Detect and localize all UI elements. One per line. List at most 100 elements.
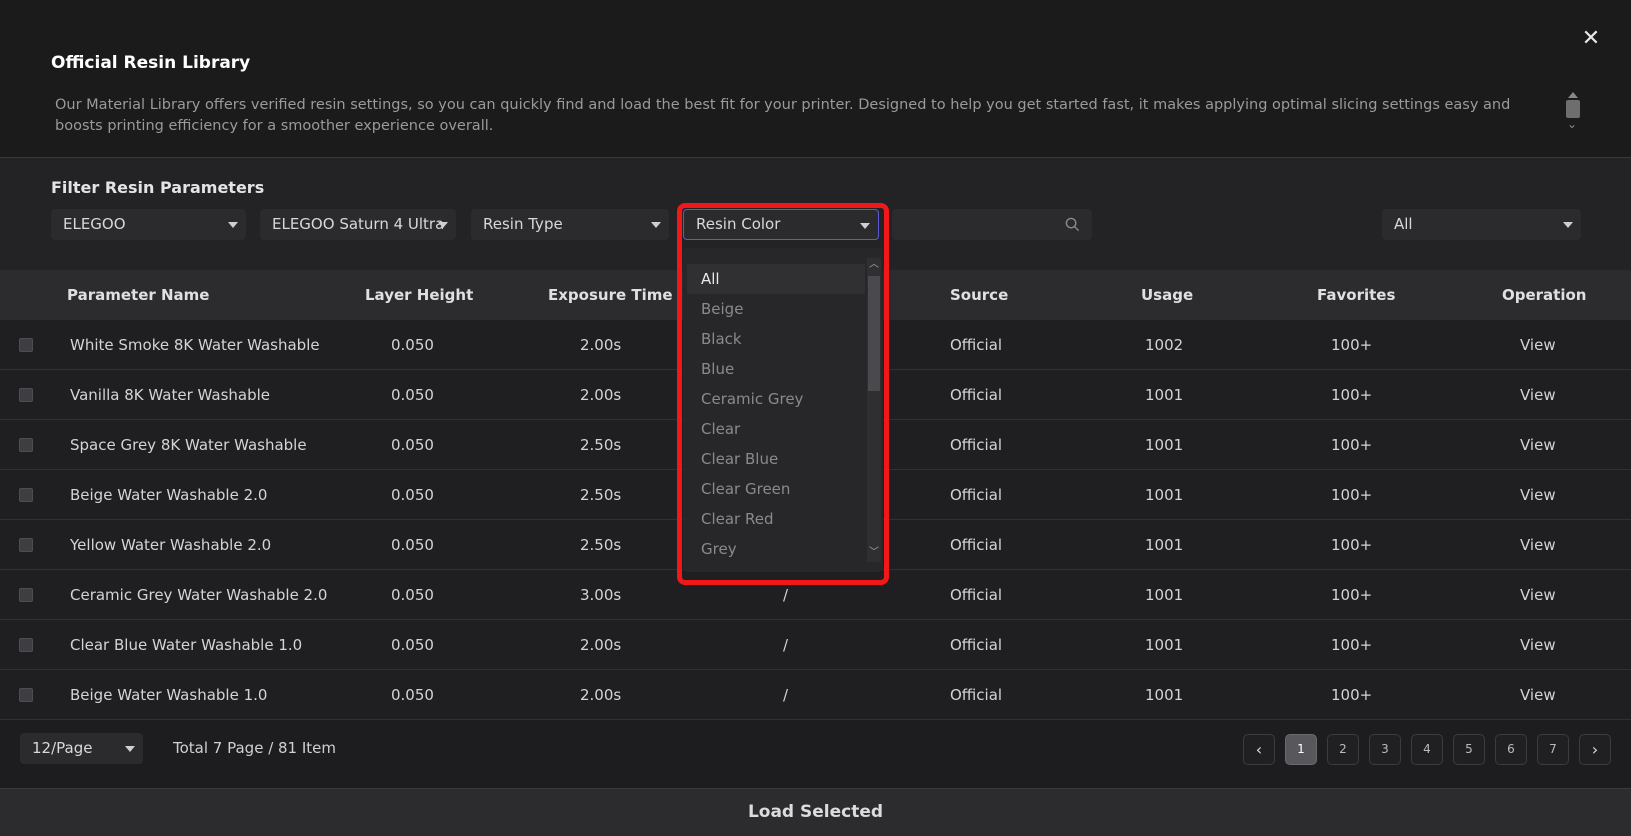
cell-exposure-time: 2.00s (580, 386, 622, 404)
table-row[interactable]: Beige Water Washable 1.0 0.050 2.00s / O… (0, 670, 1631, 720)
search-icon[interactable] (1065, 217, 1080, 232)
column-header-layer-height[interactable]: Layer Height (365, 286, 473, 304)
resin-color-select[interactable]: Resin Color (683, 209, 879, 240)
dropdown-option-all[interactable]: All (687, 264, 865, 294)
scrollbar-thumb[interactable] (1566, 100, 1580, 118)
dropdown-option-beige[interactable]: Beige (687, 294, 865, 324)
dropdown-option-ceramic-grey[interactable]: Ceramic Grey (687, 384, 865, 414)
row-checkbox[interactable] (19, 388, 33, 402)
cell-exposure-time: 2.00s (580, 636, 622, 654)
resin-type-select-value: Resin Type (483, 215, 563, 233)
dropdown-option-clear[interactable]: Clear (687, 414, 865, 444)
dropdown-scrollbar[interactable]: ︿ ﹀ (867, 258, 881, 562)
column-header-exposure-time[interactable]: Exposure Time (548, 286, 673, 304)
page-button-3[interactable]: 3 (1369, 734, 1401, 765)
scrollbar-thumb[interactable] (868, 276, 880, 391)
page-size-select[interactable]: 12/Page (20, 733, 143, 764)
search-input[interactable] (892, 209, 1052, 240)
cell-usage: 1001 (1145, 586, 1184, 604)
row-checkbox[interactable] (19, 438, 33, 452)
description-scrollbar[interactable]: ⌄ (1566, 92, 1580, 132)
cell-layer-height: 0.050 (391, 386, 434, 404)
row-checkbox[interactable] (19, 588, 33, 602)
pagination-bar: 12/Page Total 7 Page / 81 Item ‹ 1 2 3 4… (0, 720, 1631, 788)
column-header-usage[interactable]: Usage (1141, 286, 1193, 304)
cell-extra: / (783, 686, 789, 704)
cell-favorites: 100+ (1331, 386, 1373, 404)
view-link[interactable]: View (1520, 336, 1556, 354)
table-row[interactable]: Ceramic Grey Water Washable 2.0 0.050 3.… (0, 570, 1631, 620)
dialog-title: Official Resin Library (51, 53, 251, 73)
dropdown-option-clear-red[interactable]: Clear Red (687, 504, 865, 534)
cell-exposure-time: 3.00s (580, 586, 622, 604)
printer-select[interactable]: ELEGOO Saturn 4 Ultra (260, 209, 456, 240)
page-button-7[interactable]: 7 (1537, 734, 1569, 765)
caret-down-icon (1563, 222, 1573, 228)
cell-usage: 1002 (1145, 336, 1184, 354)
filter-title: Filter Resin Parameters (51, 178, 265, 197)
row-checkbox[interactable] (19, 338, 33, 352)
cell-source: Official (950, 536, 1003, 554)
cell-favorites: 100+ (1331, 336, 1373, 354)
view-link[interactable]: View (1520, 686, 1556, 704)
table-row[interactable]: Clear Blue Water Washable 1.0 0.050 2.00… (0, 620, 1631, 670)
page-button-4[interactable]: 4 (1411, 734, 1443, 765)
view-link[interactable]: View (1520, 386, 1556, 404)
load-selected-button[interactable]: Load Selected (0, 788, 1631, 836)
dropdown-option-clear-green[interactable]: Clear Green (687, 474, 865, 504)
cell-favorites: 100+ (1331, 636, 1373, 654)
column-header-favorites[interactable]: Favorites (1317, 286, 1395, 304)
brand-select[interactable]: ELEGOO (51, 209, 246, 240)
pagination-total: Total 7 Page / 81 Item (173, 739, 337, 757)
view-link[interactable]: View (1520, 486, 1556, 504)
row-checkbox[interactable] (19, 638, 33, 652)
view-link[interactable]: View (1520, 586, 1556, 604)
page-button-2[interactable]: 2 (1327, 734, 1359, 765)
cell-usage: 1001 (1145, 536, 1184, 554)
page-button-1[interactable]: 1 (1285, 734, 1317, 765)
source-select[interactable]: All (1382, 209, 1581, 240)
cell-favorites: 100+ (1331, 686, 1373, 704)
cell-source: Official (950, 386, 1003, 404)
cell-source: Official (950, 586, 1003, 604)
chevron-left-icon[interactable]: ‹ (1243, 734, 1275, 765)
cell-exposure-time: 2.50s (580, 536, 622, 554)
dropdown-option-grey[interactable]: Grey (687, 534, 865, 564)
view-link[interactable]: View (1520, 636, 1556, 654)
cell-layer-height: 0.050 (391, 536, 434, 554)
view-link[interactable]: View (1520, 536, 1556, 554)
chevron-up-icon[interactable]: ︿ (869, 260, 879, 270)
source-select-value: All (1394, 215, 1413, 233)
view-link[interactable]: View (1520, 436, 1556, 454)
cell-usage: 1001 (1145, 436, 1184, 454)
chevron-down-icon[interactable]: ⌄ (1567, 118, 1577, 130)
search-box[interactable] (892, 209, 1092, 240)
close-icon[interactable]: ✕ (1580, 28, 1602, 50)
cell-parameter-name: Vanilla 8K Water Washable (70, 386, 271, 404)
row-checkbox[interactable] (19, 488, 33, 502)
row-checkbox[interactable] (19, 538, 33, 552)
chevron-down-icon[interactable]: ﹀ (869, 548, 879, 558)
chevron-right-icon[interactable]: › (1579, 734, 1611, 765)
cell-extra: / (783, 586, 789, 604)
column-header-parameter-name[interactable]: Parameter Name (67, 286, 209, 304)
dropdown-option-clear-blue[interactable]: Clear Blue (687, 444, 865, 474)
dropdown-option-black[interactable]: Black (687, 324, 865, 354)
brand-select-value: ELEGOO (63, 215, 126, 233)
cell-source: Official (950, 336, 1003, 354)
cell-layer-height: 0.050 (391, 336, 434, 354)
cell-parameter-name: Beige Water Washable 1.0 (70, 686, 268, 704)
page-button-6[interactable]: 6 (1495, 734, 1527, 765)
scroll-up-icon[interactable] (1568, 92, 1578, 98)
cell-layer-height: 0.050 (391, 436, 434, 454)
row-checkbox[interactable] (19, 688, 33, 702)
cell-favorites: 100+ (1331, 436, 1373, 454)
resin-color-select-value: Resin Color (696, 215, 781, 233)
column-header-source[interactable]: Source (950, 286, 1008, 304)
printer-select-value: ELEGOO Saturn 4 Ultra (272, 215, 445, 233)
page-button-5[interactable]: 5 (1453, 734, 1485, 765)
dropdown-option-blue[interactable]: Blue (687, 354, 865, 384)
cell-parameter-name: Beige Water Washable 2.0 (70, 486, 268, 504)
resin-type-select[interactable]: Resin Type (471, 209, 669, 240)
cell-parameter-name: Space Grey 8K Water Washable (70, 436, 307, 454)
